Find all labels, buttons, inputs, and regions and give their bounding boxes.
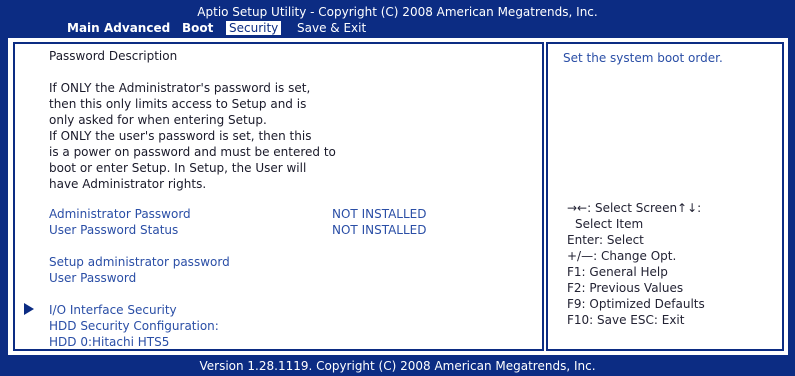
tab-security[interactable]: Security <box>226 21 282 35</box>
tab-save-exit[interactable]: Save & Exit <box>294 21 369 35</box>
description-line: only asked for when entering Setup. <box>49 113 267 127</box>
description-line: If ONLY the user's password is set, then… <box>49 129 312 143</box>
version-footer: Version 1.28.1119. Copyright (C) 2008 Am… <box>199 359 596 373</box>
admin-password-value: NOT INSTALLED <box>332 207 427 221</box>
key-hint-select-screen: →←: Select Screen↑↓: <box>567 201 702 215</box>
description-line: have Administrator rights. <box>49 177 207 191</box>
hdd0-item[interactable]: HDD 0:Hitachi HTS5 <box>49 334 169 350</box>
key-hint-change-opt: +/—: Change Opt. <box>567 249 677 263</box>
bios-screen: Aptio Setup Utility - Copyright (C) 2008… <box>0 0 795 376</box>
tab-boot[interactable]: Boot <box>179 21 216 35</box>
key-hint-f1: F1: General Help <box>567 265 668 279</box>
menu-bar: Main Advanced Boot Security Save & Exit <box>0 20 795 36</box>
key-hint-f2: F2: Previous Values <box>567 281 684 295</box>
description-line: then this only limits access to Setup an… <box>49 97 307 111</box>
io-interface-security-item[interactable]: I/O Interface Security <box>49 302 177 318</box>
key-hint-f9: F9: Optimized Defaults <box>567 297 705 311</box>
key-hint-select-item: Select Item <box>575 217 644 231</box>
key-hint-f10-esc: F10: Save ESC: Exit <box>567 313 685 327</box>
description-line: is a power on password and must be enter… <box>49 145 336 159</box>
tab-advanced[interactable]: Advanced <box>101 21 173 35</box>
help-text: Set the system boot order. <box>563 51 723 65</box>
setup-admin-password-item[interactable]: Setup administrator password <box>49 254 230 270</box>
user-password-item[interactable]: User Password <box>49 270 136 286</box>
hdd-security-configuration-label: HDD Security Configuration: <box>49 319 219 333</box>
description-line: If ONLY the Administrator's password is … <box>49 81 311 95</box>
user-password-status-label: User Password Status <box>49 223 179 237</box>
description-heading: Password Description <box>49 49 178 63</box>
bios-title: Aptio Setup Utility - Copyright (C) 2008… <box>197 5 598 19</box>
selection-pointer-icon <box>24 303 34 315</box>
admin-password-label: Administrator Password <box>49 207 191 221</box>
tab-main[interactable]: Main <box>64 21 103 35</box>
key-hint-enter: Enter: Select <box>567 233 644 247</box>
user-password-status-value: NOT INSTALLED <box>332 223 427 237</box>
description-line: boot or enter Setup. In Setup, the User … <box>49 161 307 175</box>
